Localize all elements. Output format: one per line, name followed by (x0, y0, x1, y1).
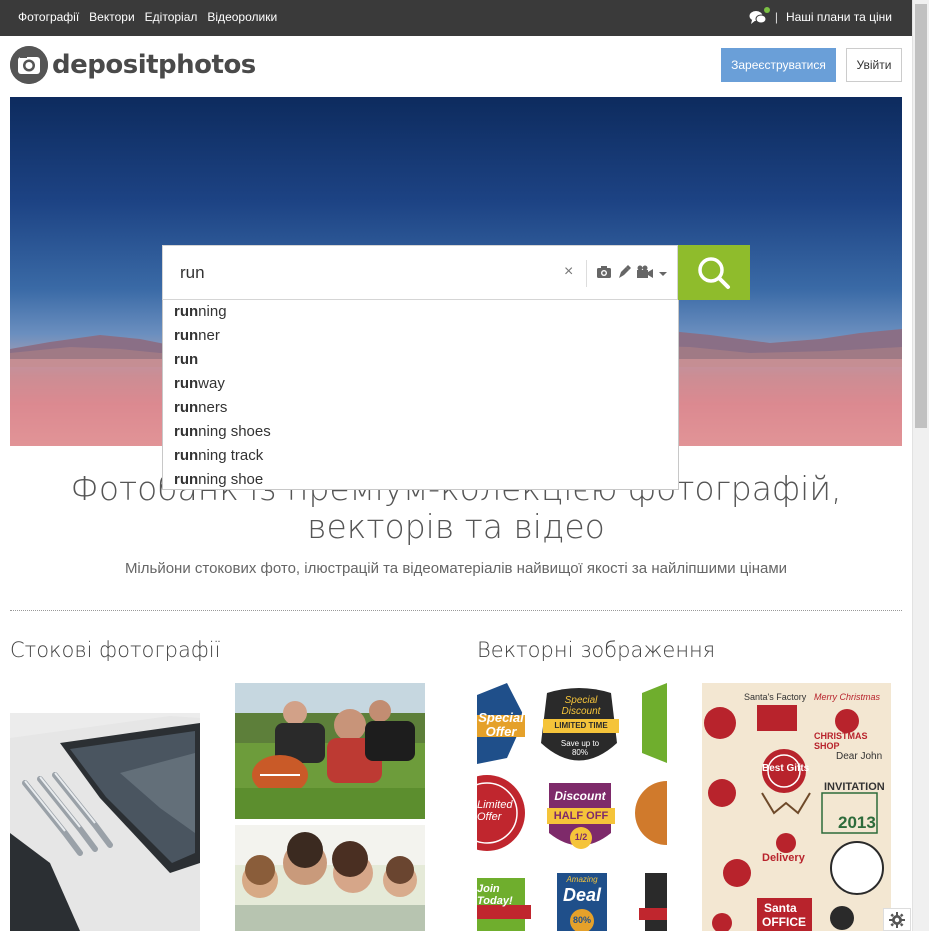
badge-half-off: HALF OFF (553, 810, 609, 822)
badge-half-fraction: 1/2 (574, 832, 588, 842)
nav-photos-link[interactable]: Фотографії (18, 10, 79, 24)
badge-discount-mid: Discount (554, 789, 606, 803)
chevron-down-icon[interactable] (658, 265, 668, 283)
xmas-2013: 2013 (838, 813, 876, 832)
family-photo-thumbnail[interactable] (235, 825, 425, 931)
suggestion-item[interactable]: running shoes (163, 420, 678, 444)
settings-gear-icon[interactable] (883, 908, 911, 931)
plans-pricing-link[interactable]: Наші плани та ціни (786, 10, 892, 24)
register-button[interactable]: Зареєструватися (721, 48, 836, 82)
car-photo-thumbnail[interactable] (10, 713, 200, 931)
camera-search-icon[interactable] (596, 265, 612, 284)
suggestion-item[interactable]: running shoe (163, 468, 678, 492)
scrollbar-thumb[interactable] (915, 4, 927, 428)
topbar-right: | Наші плани та ціни (749, 7, 892, 25)
video-camera-icon[interactable] (636, 265, 654, 284)
football-players-photo-thumbnail[interactable] (235, 683, 425, 819)
badge-save-80: Save up to 80% (560, 739, 600, 757)
xmas-office: OFFICE (762, 915, 806, 929)
xmas-christmas-shop: CHRISTMAS SHOP (814, 731, 868, 751)
search-icon (698, 256, 730, 289)
search-suggestions-dropdown: running runner run runway runners runnin… (162, 300, 679, 490)
christmas-labels-vector-thumbnail[interactable]: Santa's Factory Merry Christmas CHRISTMA… (702, 683, 891, 931)
topbar-divider: | (774, 10, 778, 24)
clear-search-icon[interactable]: × (564, 263, 573, 281)
xmas-best-gifts: Best Gifts (762, 763, 810, 774)
site-logo[interactable]: depositphotos (10, 46, 256, 84)
page-scrollbar[interactable] (912, 0, 929, 931)
online-status-dot (763, 7, 770, 13)
badge-special-offer: Special Offer (478, 710, 524, 739)
nav-vectors-link[interactable]: Вектори (89, 10, 134, 24)
nav-editorial-link[interactable]: Едіторіал (145, 10, 198, 24)
suggestion-item[interactable]: runway (163, 372, 678, 396)
top-navigation-bar: Фотографії Вектори Едіторіал Відеоролики… (0, 0, 912, 36)
vector-pen-icon[interactable] (616, 264, 632, 284)
search-input[interactable] (180, 263, 540, 283)
xmas-invitation: INVITATION (824, 781, 885, 793)
xmas-delivery: Delivery (762, 852, 805, 864)
search-button[interactable] (678, 245, 750, 300)
badge-80-percent: 80% (572, 915, 591, 925)
suggestion-item[interactable]: runners (163, 396, 678, 420)
badge-amazing: Amazing (566, 875, 598, 884)
login-button[interactable]: Увійти (846, 48, 902, 82)
badge-join-today: Join Today! (477, 883, 513, 907)
xmas-santas-factory: Santa's Factory (744, 692, 807, 702)
sale-badges-vector-thumbnail[interactable]: Special Offer Special Discount LIMITED T… (477, 683, 667, 931)
xmas-santa: Santa (764, 901, 797, 915)
camera-logo-icon (10, 46, 48, 84)
chat-icon[interactable] (749, 7, 770, 25)
logo-wordmark: depositphotos (52, 50, 256, 80)
stock-photos-title[interactable]: Стокові фотографії (10, 638, 220, 662)
vector-images-title[interactable]: Векторні зображення (477, 638, 715, 662)
search-tools (596, 264, 668, 284)
xmas-merry-christmas: Merry Christmas (814, 692, 881, 702)
search-box: × (162, 245, 678, 300)
suggestion-item[interactable]: runner (163, 324, 678, 348)
badge-limited-time: LIMITED TIME (554, 721, 608, 730)
badge-limited-offer: Limited Offer (477, 799, 513, 823)
media-type-nav: Фотографії Вектори Едіторіал Відеоролики (18, 10, 277, 24)
page-subheadline: Мільйони стокових фото, ілюстрацій та ві… (124, 560, 788, 577)
badge-discount-top: Special Discount (561, 695, 601, 717)
suggestion-item[interactable]: running (163, 300, 678, 324)
search-tools-divider (586, 260, 587, 287)
badge-deal: Deal (562, 885, 602, 905)
nav-videos-link[interactable]: Відеоролики (207, 10, 277, 24)
section-divider (10, 610, 902, 611)
suggestion-item[interactable]: running track (163, 444, 678, 468)
suggestion-item[interactable]: run (163, 348, 678, 372)
xmas-dear-john: Dear John (836, 751, 883, 762)
